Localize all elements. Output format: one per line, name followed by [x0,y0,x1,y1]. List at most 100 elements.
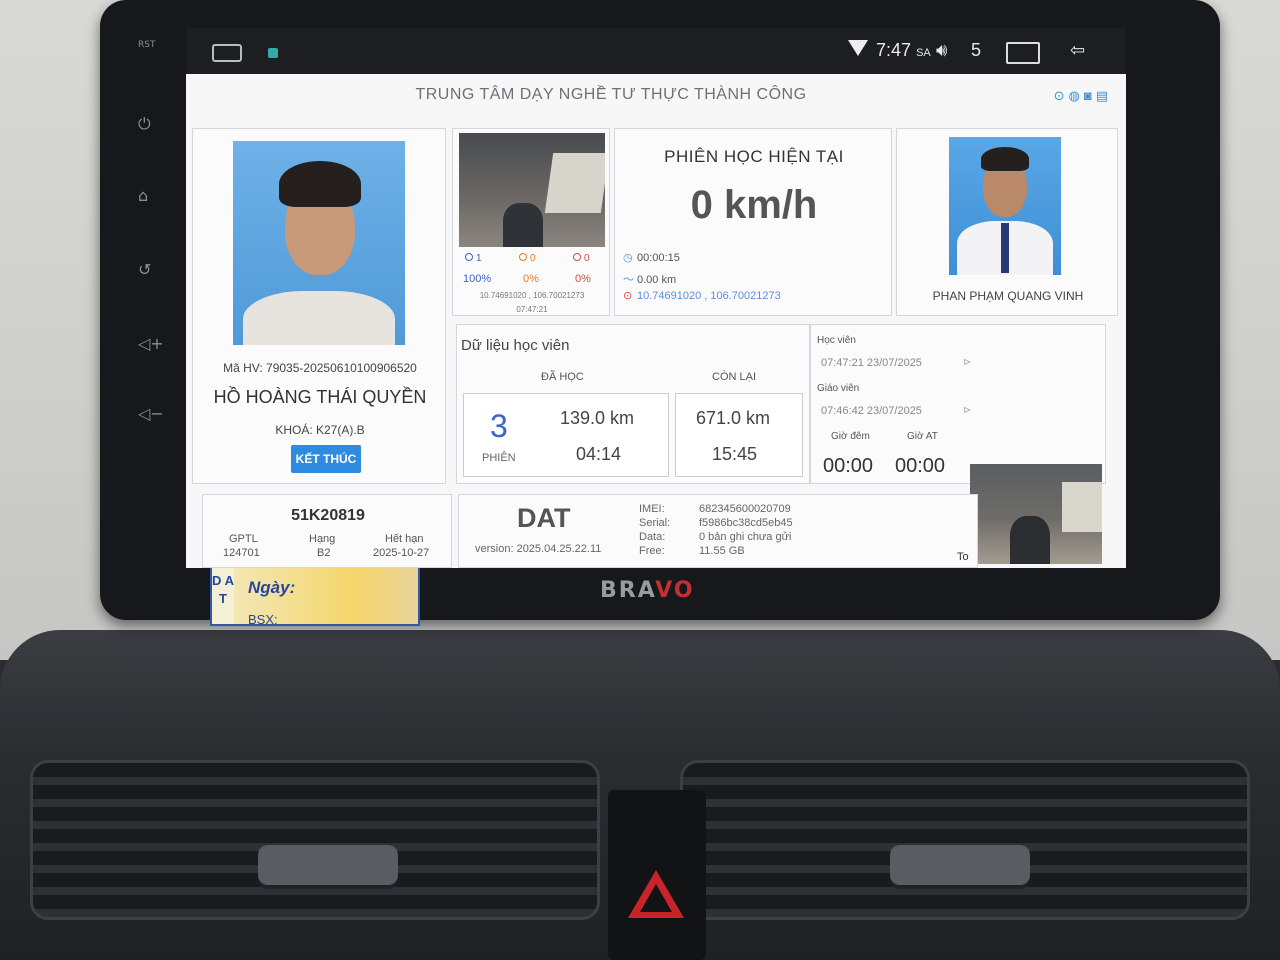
volume-up-icon[interactable]: ◁+ [138,334,164,353]
learned-header: ĐÃ HỌC [541,371,584,383]
data-label: Data: [639,531,666,543]
reset-button[interactable]: RST [138,40,155,50]
sticker-side-text: D A T [212,568,234,624]
student-course: KHOÁ: K27(A).B [275,423,365,437]
power-icon[interactable]: ⏻ [138,114,151,134]
night-hours-value: 00:00 [823,455,874,477]
camera-panel: 1 0 0 100% 0% 0% 10.74691020 , 106.70021… [452,128,610,316]
right-air-vent [680,760,1250,920]
session-coordinates-row: ⊙ 10.74691020 , 106.70021273 [623,290,781,302]
speaker-icon[interactable]: 🔊︎ [936,40,947,61]
right-vent-knob [890,845,1030,885]
teacher-login-time: 07:46:42 23/07/2025 [821,405,922,417]
serial-value: f5986bc38cd5eb45 [699,517,793,529]
student-photo [233,141,405,345]
wifi-icon [848,40,868,56]
face-fail-icon: 0 [573,253,590,264]
camera-feed[interactable] [459,133,605,247]
home-icon[interactable]: ⌂ [138,186,148,205]
teacher-photo [949,137,1061,275]
gps-icon: ⊙ [623,290,633,302]
face-warn-icon: 0 [519,253,536,264]
volume-down-icon[interactable]: ◁− [138,404,164,423]
sticker-date-label: Ngày: [248,578,296,597]
auto-hours-value: 00:00 [895,455,946,477]
student-data-title: Dữ liệu học viên [461,337,570,354]
night-hours-label: Giờ đêm [831,431,870,442]
student-login-time: 07:47:21 23/07/2025 [821,357,922,369]
hazard-button-icon [628,870,684,918]
gptl-label: GPTL [229,533,258,545]
left-vent-knob [258,845,398,885]
camera-timestamp: 07:47:21 [516,305,548,314]
face-ok-icon: 1 [465,253,482,264]
learned-distance: 139.0 km [560,408,635,428]
live-camera-thumbnail[interactable] [970,464,1102,564]
student-name: HỒ HOÀNG THÁI QUYỀN [213,387,427,407]
free-label: Free: [639,545,665,557]
imei-value: 682345600020709 [699,503,791,515]
gptl-value: 124701 [223,547,260,559]
student-card: Mã HV: 79035-20250610100906520 HỒ HOÀNG … [192,128,446,484]
session-count-label: PHIÊN [482,452,516,464]
teacher-login-label: Giáo viên [817,383,860,394]
student-data-panel: Dữ liệu học viên ĐÃ HỌC CÒN LẠI 3 PHIÊN … [456,324,810,484]
license-plate: 51K20819 [291,507,365,524]
remaining-time: 15:45 [712,444,758,464]
app-title: TRUNG TÂM DẠY NGHỀ TƯ THỰC THÀNH CÔNG [415,86,807,103]
toolbar-icons: ⊙◍◙▤ [1054,88,1112,104]
device-version: version: 2025.04.25.22.11 [475,543,602,555]
current-session-panel: PHIÊN HỌC HIỆN TẠI 0 km/h ◷ 00:00:15 〜 0.0… [614,128,892,316]
session-duration-row: ◷ 00:00:15 [623,252,680,264]
student-login-label: Học viên [817,335,856,346]
remaining-box: 671.0 km 15:45 [675,393,803,477]
end-session-button[interactable]: KẾT THÚC [291,445,361,473]
auto-hours-label: Giờ AT [907,431,938,442]
face-fail-percent: 0% [575,273,591,285]
back-icon[interactable]: ↺ [138,260,151,279]
session-title: PHIÊN HỌC HIỆN TẠI [664,147,844,166]
session-distance-row: 〜 0.00 km [623,271,676,287]
face-warn-percent: 0% [523,273,539,285]
notification-dot-icon [268,48,278,58]
globe-icon[interactable]: ◍ [1069,88,1084,103]
storage-icon[interactable]: ▤ [1096,88,1112,103]
device-name: DAT [517,503,571,533]
left-air-vent [30,760,600,920]
route-icon: 〜 [623,274,634,286]
check-icon[interactable]: ⊙ [1054,88,1069,103]
to-label: To [957,551,969,563]
device-info-panel: DAT version: 2025.04.25.22.11 IMEI: Seri… [458,494,978,568]
login-history-panel: Học viên 07:47:21 23/07/2025 ⊳ Giáo viên… [810,324,1106,484]
speed-readout: 0 km/h [690,183,818,227]
status-bar: 7:47 SA 🔊︎ 5 ⇦ [186,28,1126,74]
dat-sticker: D A T Ngày: BSX: [210,566,420,626]
recent-apps-icon[interactable] [1006,42,1040,64]
rank-label: Hạng [309,533,336,545]
learned-box: 3 PHIÊN 139.0 km 04:14 [463,393,669,477]
student-login-arrow-icon[interactable]: ⊳ [963,357,971,368]
expiry-value: 2025-10-27 [373,547,430,559]
camera-coordinates: 10.74691020 , 106.70021273 [479,291,585,300]
teacher-card: PHAN PHẠM QUANG VINH [896,128,1118,316]
vehicle-panel: 51K20819 GPTL Hạng Hết hạn 124701 B2 202… [202,494,452,568]
remaining-distance: 671.0 km [696,408,771,428]
home-nav-icon[interactable] [212,44,242,62]
imei-label: IMEI: [639,503,665,515]
teacher-name: PHAN PHẠM QUANG VINH [932,289,1084,303]
back-nav-icon[interactable]: ⇦ [1070,40,1085,61]
learned-time: 04:14 [576,444,622,464]
camera-icon[interactable]: ◙ [1084,88,1096,103]
session-count: 3 [490,408,508,444]
brand-logo: BRAVO [600,578,695,603]
rank-value: B2 [317,547,331,559]
data-value: 0 bản ghi chưa gửi [699,531,792,543]
device-screen: 7:47 SA 🔊︎ 5 ⇦ TRUNG TÂM DẠY NGHỀ TƯ THỰ… [186,28,1126,568]
serial-label: Serial: [639,517,671,529]
teacher-login-arrow-icon[interactable]: ⊳ [963,405,971,416]
student-code: Mã HV: 79035-20250610100906520 [223,361,417,375]
notification-count: 5 [971,40,982,60]
free-value: 11.55 GB [699,545,745,557]
clock: 7:47 SA [876,40,931,60]
clock-icon: ◷ [623,252,633,264]
